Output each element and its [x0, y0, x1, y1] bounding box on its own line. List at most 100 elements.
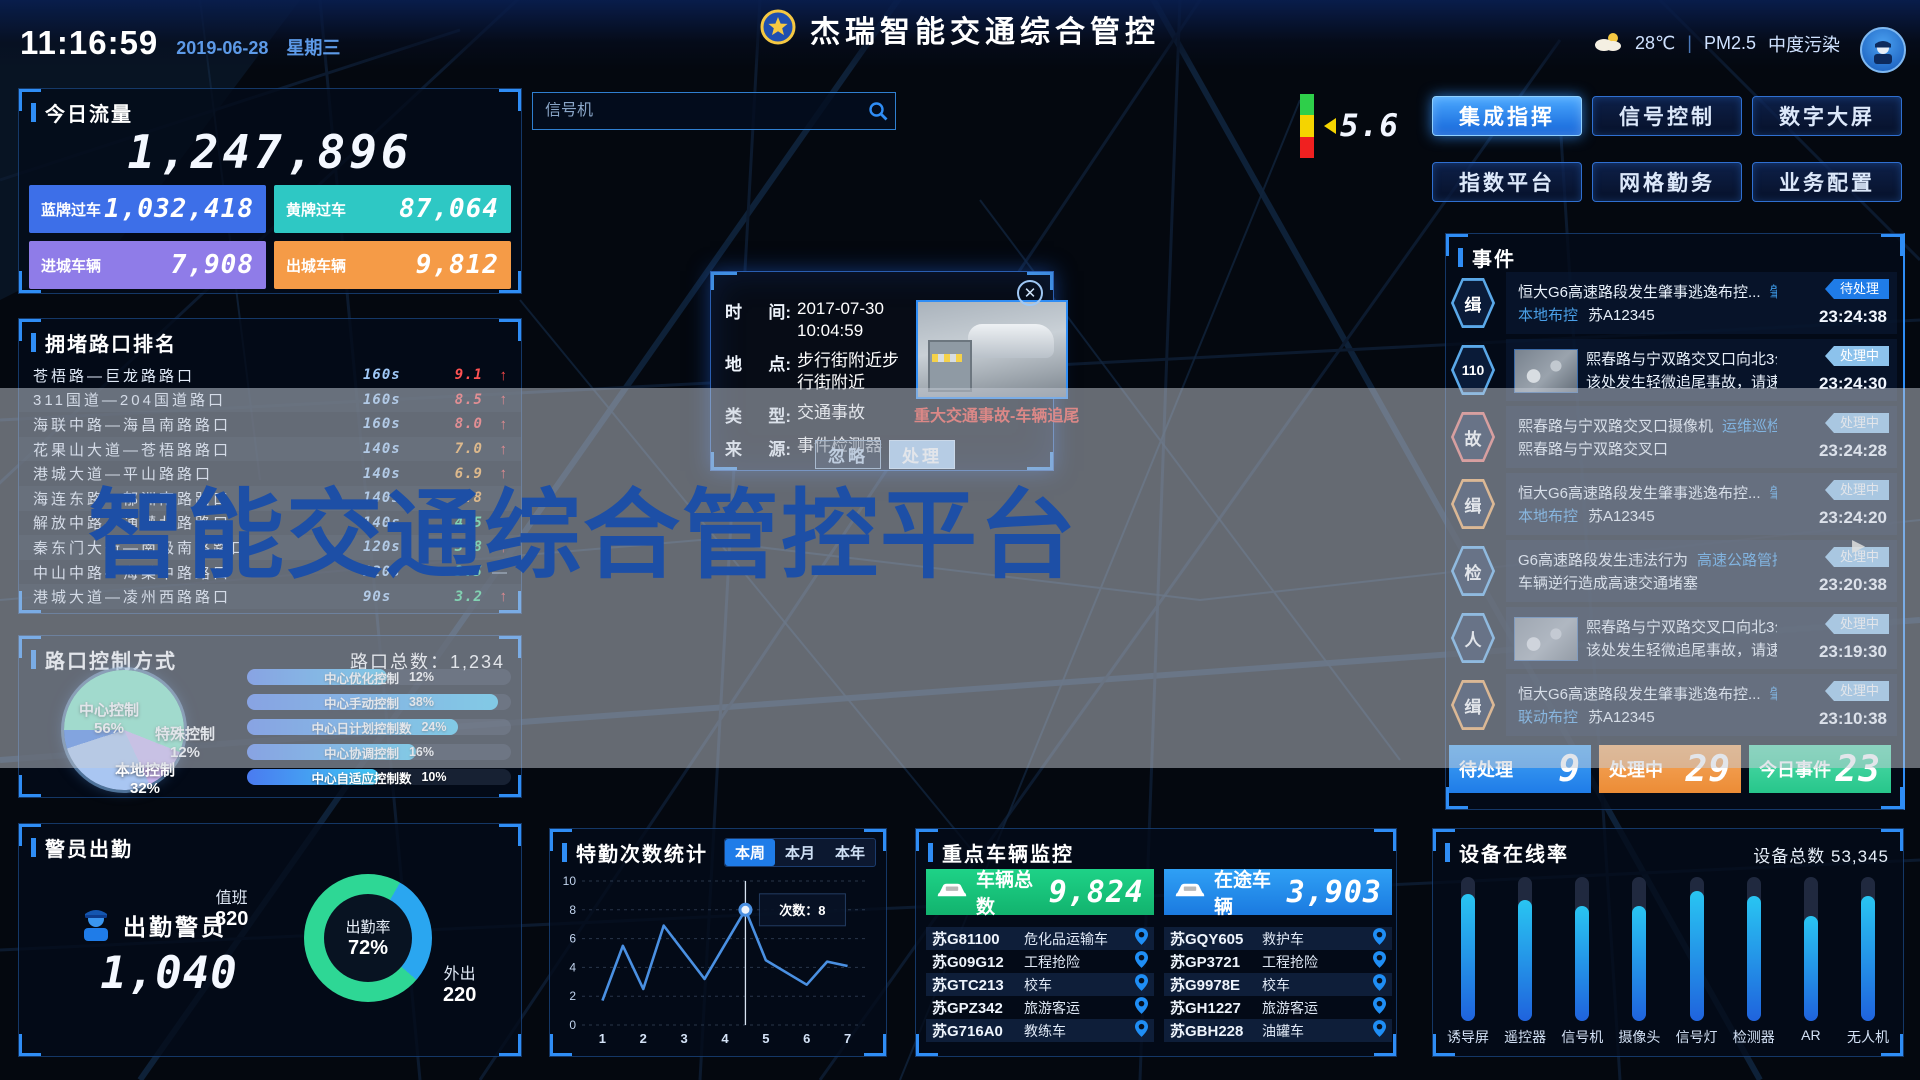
- device-bar-label: 信号机: [1559, 1027, 1605, 1047]
- location-pin-icon[interactable]: [1135, 974, 1148, 995]
- vehicle-row[interactable]: 苏GP3721工程抢险: [1164, 950, 1392, 973]
- device-bar-fill: [1518, 900, 1532, 1021]
- vehicle-row[interactable]: 苏G81100危化品运输车: [926, 927, 1154, 950]
- nav-button-3[interactable]: 指数平台: [1432, 162, 1582, 202]
- location-pin-icon[interactable]: [1373, 997, 1386, 1018]
- pie-label-name: 特殊控制: [137, 726, 233, 744]
- event-title-row: 熙春路与宁双路交叉口向北3公里110报警: [1586, 348, 1777, 369]
- location-pin-icon[interactable]: [1135, 951, 1148, 972]
- event-title: 恒大G6高速路段发生肇事逃逸布控...: [1518, 284, 1761, 301]
- close-icon[interactable]: ✕: [1017, 280, 1043, 306]
- clock-date: 2019-06-28: [176, 38, 268, 59]
- control-bar-2: 中心日计划控制数24%: [247, 719, 511, 735]
- device-bar-track: [1575, 877, 1589, 1021]
- event-item-3[interactable]: 缉恒大G6高速路段发生肇事逃逸布控...肇事逃逸本地布控苏A12345处理中23…: [1450, 473, 1897, 535]
- vehicle-row[interactable]: 苏GPZ342旅游客运: [926, 996, 1154, 1019]
- event-footer-value: 9: [1558, 749, 1581, 790]
- event-item-1[interactable]: 110熙春路与宁双路交叉口向北3公里110报警该处发生轻微追尾事故，请速来营救处…: [1450, 339, 1897, 401]
- congestion-row[interactable]: 海连东路—郁洲南路路口140s5.8↑: [19, 486, 521, 511]
- congestion-index: 5.8: [441, 490, 483, 506]
- flow-tile-3: 出城车辆9,812: [274, 241, 511, 289]
- search-input[interactable]: [533, 102, 861, 120]
- location-pin-icon[interactable]: [1373, 951, 1386, 972]
- congestion-row[interactable]: 秦东门大街—南极南路路口120s3.8↑: [19, 535, 521, 560]
- vehicle-type: 危化品运输车: [1024, 929, 1135, 949]
- scroll-right-arrow[interactable]: ▶: [1852, 536, 1865, 556]
- event-subtitle: 本地布控苏A12345: [1518, 505, 1777, 526]
- svg-text:6: 6: [803, 1031, 810, 1046]
- popup-field-2: 类型:交通事故: [725, 402, 903, 427]
- event-item-0[interactable]: 缉恒大G6高速路段发生肇事逃逸布控...肇事逃逸本地布控苏A12345待处理23…: [1450, 272, 1897, 334]
- vehicle-row[interactable]: 苏GQY605救护车: [1164, 927, 1392, 950]
- congestion-name: 中山中路—海棠中路路口: [33, 562, 363, 583]
- congestion-duration: 120s: [363, 539, 441, 555]
- tab-2[interactable]: 本年: [825, 839, 875, 866]
- app-title: 杰瑞智能交通综合管控: [810, 7, 1160, 51]
- tab-1[interactable]: 本月: [775, 839, 825, 866]
- vehicle-type: 工程抢险: [1024, 952, 1135, 972]
- event-footer-value: 29: [1686, 749, 1731, 790]
- vehicle-row[interactable]: 苏GH1227旅游客运: [1164, 996, 1392, 1019]
- nav-button-1[interactable]: 信号控制: [1592, 96, 1742, 136]
- nav-button-5[interactable]: 业务配置: [1752, 162, 1902, 202]
- search-icon[interactable]: [861, 101, 895, 121]
- user-avatar[interactable]: [1860, 27, 1906, 73]
- vehicle-row[interactable]: 苏G9978E校车: [1164, 973, 1392, 996]
- trend-up-arrow-icon: ↑: [483, 490, 507, 507]
- vehicle-row[interactable]: 苏G716A0教练车: [926, 1019, 1154, 1042]
- event-link[interactable]: 肇事逃逸: [1770, 686, 1777, 703]
- congestion-index: 3.5: [441, 564, 483, 580]
- event-item-6[interactable]: 缉恒大G6高速路段发生肇事逃逸布控...肇事逃逸联动布控苏A12345处理中23…: [1450, 674, 1897, 736]
- vehicle-row[interactable]: 苏G09G12工程抢险: [926, 950, 1154, 973]
- congestion-row[interactable]: 中山中路—海棠中路路口120s3.5—: [19, 560, 521, 585]
- event-link[interactable]: 高速公路管控: [1697, 552, 1777, 569]
- congestion-row[interactable]: 港城大道—平山路路口140s6.9↑: [19, 461, 521, 486]
- tab-0[interactable]: 本周: [725, 839, 775, 866]
- congestion-row[interactable]: 解放中路—通灌北路路口140s4.5↑: [19, 511, 521, 536]
- congestion-row[interactable]: 海联中路—海昌南路路口160s8.0↑: [19, 412, 521, 437]
- event-title-row: 恒大G6高速路段发生肇事逃逸布控...肇事逃逸: [1518, 683, 1777, 704]
- nav-button-2[interactable]: 数字大屏: [1752, 96, 1902, 136]
- svg-text:2: 2: [569, 989, 576, 1003]
- congestion-duration: 140s: [363, 490, 441, 506]
- location-pin-icon[interactable]: [1135, 928, 1148, 949]
- event-badge-icon: 故: [1450, 411, 1496, 463]
- popup-field-value: 2017-07-30 10:04:59: [797, 298, 903, 342]
- svg-text:4: 4: [721, 1031, 729, 1046]
- pie-label-1: 特殊控制12%: [137, 726, 233, 762]
- event-item-5[interactable]: 人熙春路与宁双路交叉口向北3公里视频巡检该处发生轻微追尾事故，请速来营救处理中2…: [1450, 607, 1897, 669]
- event-item-2[interactable]: 故熙春路与宁双路交叉口摄像机运维巡检上报熙春路与宁双路交叉口处理中23:24:2…: [1450, 406, 1897, 468]
- handle-button[interactable]: 处理: [889, 440, 955, 469]
- ignore-button[interactable]: 忽略: [815, 440, 881, 469]
- nav-button-0[interactable]: 集成指挥: [1432, 96, 1582, 136]
- device-bar-label: 诱导屏: [1445, 1027, 1491, 1047]
- event-item-4[interactable]: 检G6高速路段发生违法行为高速公路管控车辆逆行造成高速交通堵塞处理中23:20:…: [1450, 540, 1897, 602]
- event-link[interactable]: 运维巡检上报: [1722, 418, 1777, 435]
- vehicle-list-left: 苏G81100危化品运输车苏G09G12工程抢险苏GTC213校车苏GPZ342…: [926, 927, 1154, 1042]
- congestion-duration: 160s: [363, 367, 441, 383]
- device-bar: 信号机: [1559, 877, 1605, 1047]
- weather-info: 28℃ | PM2.5 中度污染: [1593, 30, 1840, 57]
- event-card: 熙春路与宁双路交叉口向北3公里110报警该处发生轻微追尾事故，请速来营救处理中2…: [1506, 339, 1897, 401]
- device-bars: 诱导屏遥控器信号机摄像头信号灯检测器AR无人机: [1445, 877, 1891, 1047]
- event-status-badge: 处理中: [1825, 681, 1889, 701]
- congestion-row[interactable]: 311国道—204国道路口160s8.5↑: [19, 388, 521, 413]
- device-bar: 摄像头: [1616, 877, 1662, 1047]
- vehicle-row[interactable]: 苏GBH228油罐车: [1164, 1019, 1392, 1042]
- location-pin-icon[interactable]: [1373, 974, 1386, 995]
- congestion-row[interactable]: 花果山大道—苍梧路路口140s7.0↑: [19, 437, 521, 462]
- event-link[interactable]: 肇事逃逸: [1770, 284, 1777, 301]
- location-pin-icon[interactable]: [1135, 1020, 1148, 1041]
- vehicle-row[interactable]: 苏GTC213校车: [926, 973, 1154, 996]
- location-pin-icon[interactable]: [1373, 1020, 1386, 1041]
- congestion-row[interactable]: 苍梧路—巨龙路路口160s9.1↑: [19, 363, 521, 388]
- event-link[interactable]: 肇事逃逸: [1770, 485, 1777, 502]
- event-list: 缉恒大G6高速路段发生肇事逃逸布控...肇事逃逸本地布控苏A12345待处理23…: [1450, 272, 1897, 741]
- congestion-row[interactable]: 港城大道—凌州西路路口90s3.2↑: [19, 584, 521, 609]
- event-thumbnail: [1514, 617, 1578, 661]
- svg-text:2: 2: [640, 1031, 647, 1046]
- location-pin-icon[interactable]: [1135, 997, 1148, 1018]
- nav-button-4[interactable]: 网格勤务: [1592, 162, 1742, 202]
- flow-tile-2: 进城车辆7,908: [29, 241, 266, 289]
- location-pin-icon[interactable]: [1373, 928, 1386, 949]
